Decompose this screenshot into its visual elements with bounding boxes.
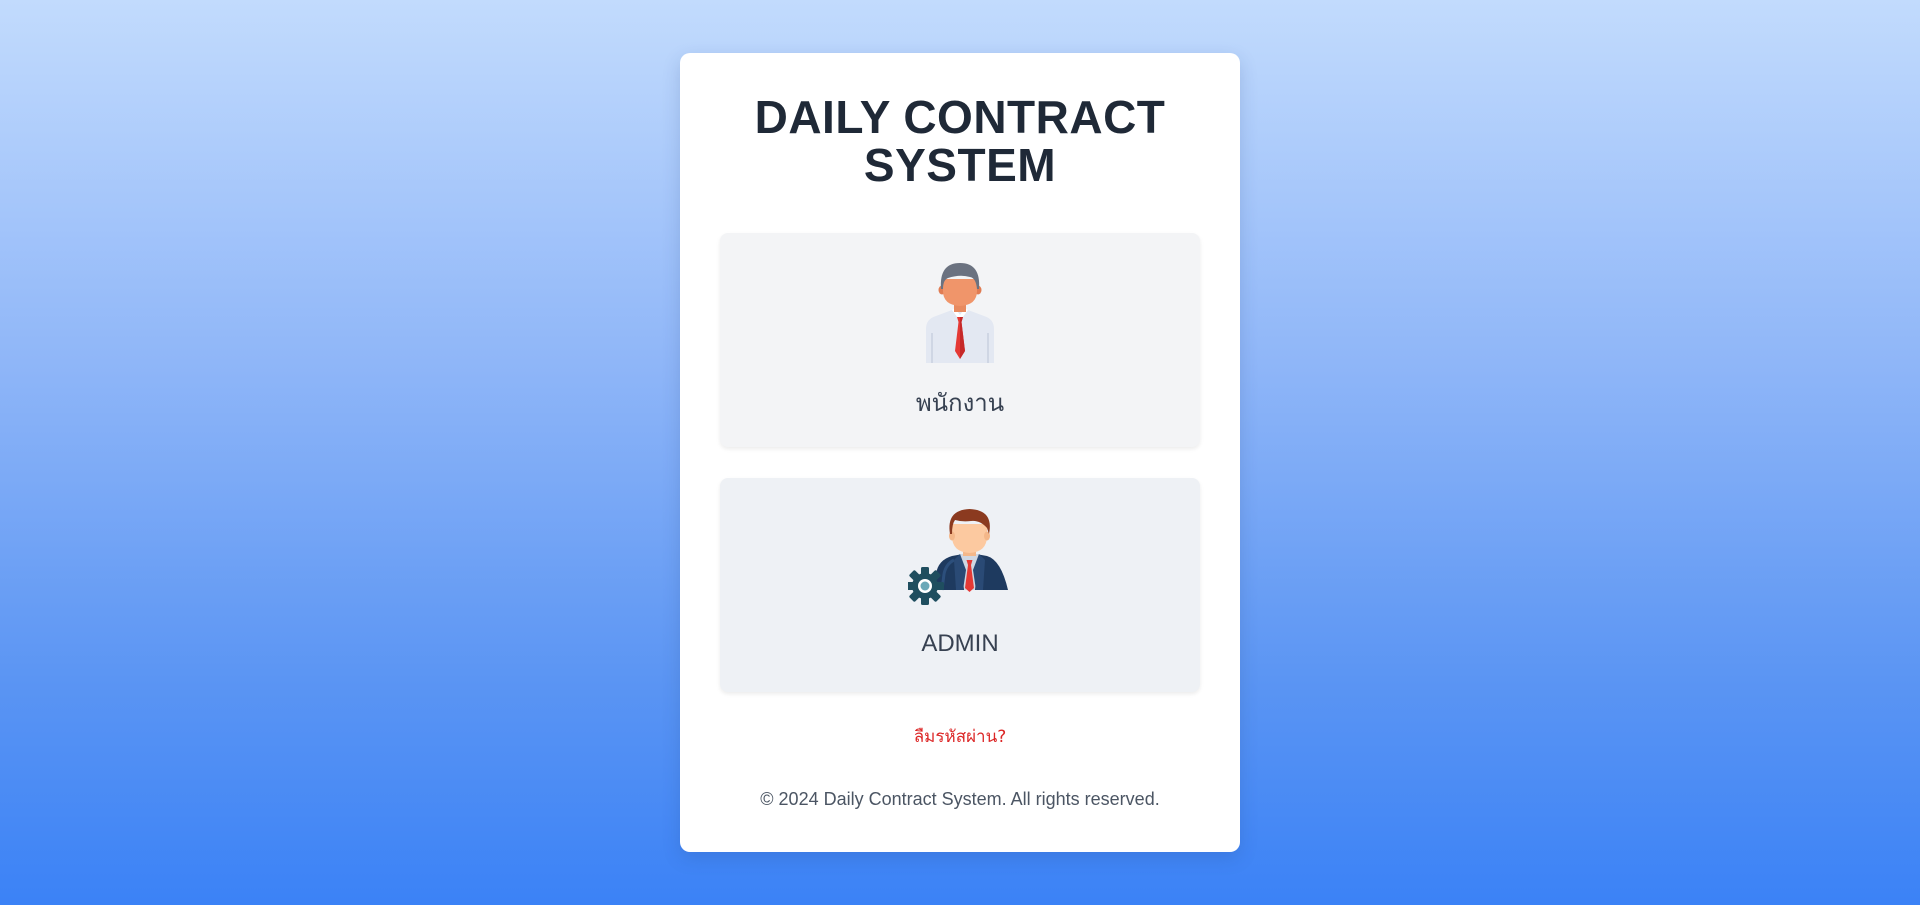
employee-role-label: พนักงาน: [915, 390, 1005, 417]
forgot-password-link[interactable]: ลืมรหัสผ่าน?: [680, 723, 1240, 750]
employee-icon: [926, 263, 994, 363]
employee-role-button[interactable]: พนักงาน: [720, 233, 1200, 447]
admin-icon: [908, 509, 1008, 605]
page-title: DAILY CONTRACT SYSTEM: [754, 91, 1166, 191]
admin-role-label: ADMIN: [921, 630, 999, 657]
login-card: DAILY CONTRACT SYSTEM พนักงาน ADMIN ลืมร…: [680, 53, 1240, 852]
footer-copyright: © 2024 Daily Contract System. All rights…: [760, 789, 1160, 809]
admin-role-button[interactable]: ADMIN: [720, 478, 1200, 692]
